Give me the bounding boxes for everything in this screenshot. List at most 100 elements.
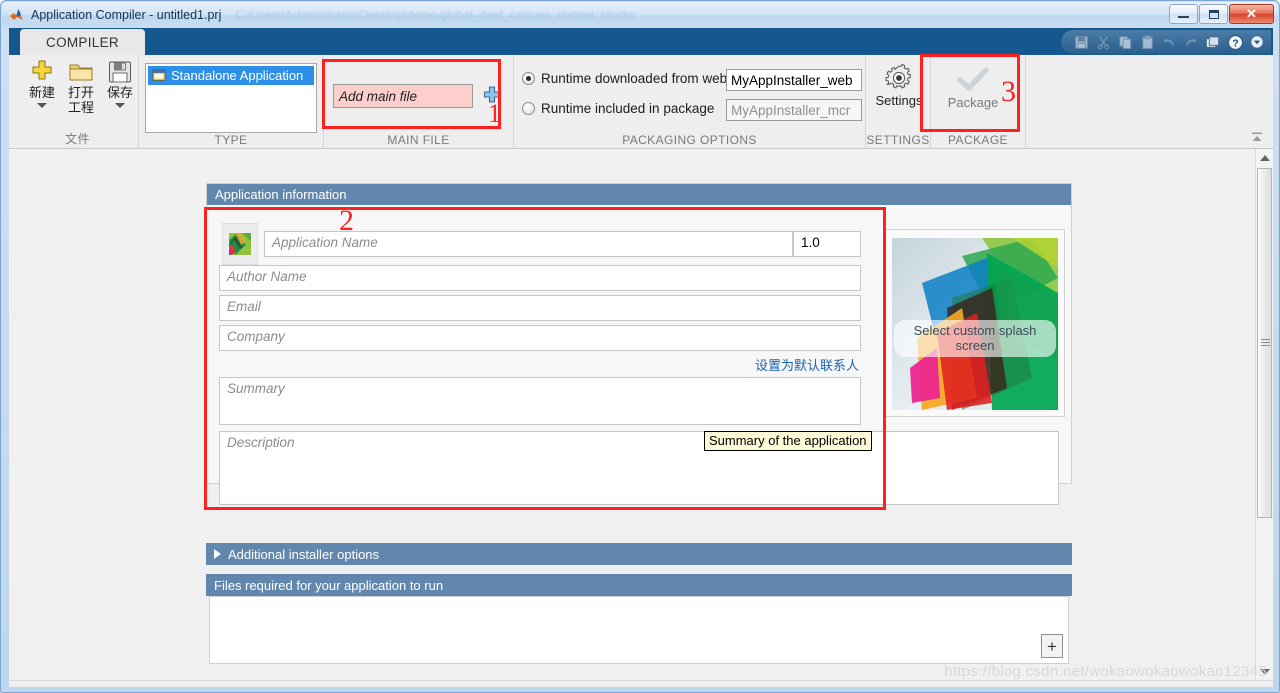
description-input[interactable]: Description (219, 431, 1059, 505)
version-input[interactable]: 1.0 (793, 231, 861, 257)
matlab-app-icon (229, 233, 251, 255)
radio-button-icon[interactable] (522, 72, 535, 85)
application-information-header: Application information (207, 184, 1071, 205)
application-icon-button[interactable] (222, 223, 258, 265)
ribbon-group-settings: Settings SETTINGS (866, 55, 931, 148)
add-main-file-button[interactable] (481, 85, 503, 107)
ribbon-group-settings-label: SETTINGS (866, 133, 930, 147)
scrollbar-grip-icon (1261, 339, 1270, 347)
save-project-button[interactable]: 保存 (101, 59, 139, 108)
package-button[interactable]: Package (945, 65, 1001, 110)
vertical-scrollbar[interactable] (1255, 149, 1273, 680)
ribbon-group-package-label: PACKAGE (948, 133, 1008, 147)
plus-icon (483, 86, 501, 103)
dropdown-icon[interactable] (1247, 32, 1267, 52)
application-information-panel: Application information Application Name… (206, 183, 1072, 505)
type-item-standalone-application[interactable]: Standalone Application (148, 66, 314, 85)
application-window-icon (152, 69, 166, 81)
collapse-ribbon-icon[interactable] (1249, 129, 1265, 145)
gear-icon (885, 63, 911, 89)
window-title: Application Compiler - untitled1.prj (31, 8, 222, 22)
floppy-icon (109, 61, 131, 83)
package-button-label: Package (947, 95, 999, 110)
additional-installer-options-bar[interactable]: Additional installer options (206, 543, 1072, 565)
additional-installer-options-label: Additional installer options (228, 546, 380, 562)
application-window: Application Compiler - untitled1.prj C:\… (0, 0, 1280, 693)
splash-screen-image[interactable]: Select custom splash screen (892, 238, 1058, 410)
files-required-list[interactable]: + (209, 596, 1069, 664)
add-file-button[interactable]: + (1041, 634, 1063, 658)
content-scroll-region: Application information Application Name… (9, 149, 1255, 680)
ribbon-group-main-file: Add main file MAIN FILE (324, 55, 514, 148)
email-input[interactable]: Email (219, 295, 861, 321)
triangle-right-icon[interactable] (214, 549, 221, 559)
quick-access-toolbar: ? (1061, 30, 1271, 54)
summary-input[interactable]: Summary (219, 377, 861, 425)
paste-icon[interactable] (1137, 32, 1157, 52)
tab-compiler[interactable]: COMPILER (20, 29, 145, 55)
radio-button-icon[interactable] (522, 102, 535, 115)
main-content-area: Application information Application Name… (9, 149, 1273, 681)
radio-runtime-package[interactable]: Runtime included in package (522, 101, 714, 116)
radio-runtime-web[interactable]: Runtime downloaded from web (522, 71, 727, 86)
layout-icon[interactable] (1203, 32, 1223, 52)
ribbon-group-packaging-options: Runtime downloaded from web MyAppInstall… (514, 55, 866, 148)
minimize-button[interactable] (1169, 4, 1198, 24)
title-bar: Application Compiler - untitled1.prj C:\… (2, 2, 1278, 28)
svg-text:?: ? (1232, 38, 1238, 49)
author-name-input[interactable]: Author Name (219, 265, 861, 291)
new-button[interactable]: 新建 (23, 59, 61, 108)
splash-screen-label: Select custom splash screen (894, 320, 1056, 357)
open-button-label: 打开 (67, 85, 94, 100)
folder-icon (69, 64, 93, 81)
ribbon-group-file: 新建 打开 工程 保存 文件 (17, 55, 139, 148)
application-type-list[interactable]: Standalone Application (145, 63, 317, 133)
window-title-path: C:\Users\Administrator\Desktop\demo-glob… (235, 8, 635, 22)
scroll-up-button[interactable] (1256, 149, 1273, 166)
radio-runtime-package-label: Runtime included in package (541, 101, 715, 116)
scrollbar-thumb[interactable] (1257, 168, 1272, 518)
undo-icon[interactable] (1159, 32, 1179, 52)
matlab-logo-icon (9, 7, 25, 23)
window-bottom-strip (9, 681, 1273, 687)
ribbon-group-type: Standalone Application TYPE (139, 55, 324, 148)
maximize-button[interactable] (1199, 4, 1228, 24)
chevron-down-icon[interactable] (115, 103, 125, 108)
application-information-body: Application Name 1.0 Author Name Email C… (207, 205, 1071, 505)
summary-tooltip: Summary of the application (704, 431, 872, 451)
window-controls: ✕ (1169, 4, 1274, 24)
ribbon-group-main-file-label: MAIN FILE (387, 133, 450, 147)
ribbon-group-package: Package PACKAGE (931, 55, 1026, 148)
main-file-input[interactable]: Add main file (333, 84, 473, 108)
cut-icon[interactable] (1093, 32, 1113, 52)
settings-button[interactable]: Settings (874, 63, 924, 108)
ribbon-group-type-label: TYPE (214, 133, 248, 147)
files-required-label: Files required for your application to r… (214, 577, 444, 593)
application-name-input[interactable]: Application Name (264, 231, 793, 257)
redo-icon[interactable] (1181, 32, 1201, 52)
plus-icon (32, 60, 52, 80)
arrow-up-icon (1259, 154, 1270, 161)
files-required-bar: Files required for your application to r… (206, 574, 1072, 596)
save-button-label: 保存 (106, 85, 133, 100)
open-project-button[interactable]: 打开 工程 (62, 59, 100, 115)
ribbon: 新建 打开 工程 保存 文件 Standalone Application TY… (9, 55, 1273, 149)
checkmark-icon (957, 67, 989, 91)
help-icon[interactable]: ? (1225, 32, 1245, 52)
installer-name-web-input[interactable]: MyAppInstaller_web (726, 69, 862, 91)
watermark-text: https://blog.csdn.net/wokaowokaowokao123… (944, 663, 1267, 680)
company-input[interactable]: Company (219, 325, 861, 351)
ribbon-group-empty (1026, 55, 1272, 148)
new-button-label: 新建 (28, 85, 55, 100)
close-button[interactable]: ✕ (1229, 4, 1274, 24)
radio-runtime-web-label: Runtime downloaded from web (541, 71, 728, 86)
chevron-down-icon[interactable] (37, 103, 47, 108)
ribbon-group-packaging-options-label: PACKAGING OPTIONS (622, 133, 757, 147)
installer-name-mcr-input: MyAppInstaller_mcr (726, 99, 862, 121)
open-button-label2: 工程 (67, 100, 94, 115)
save-icon[interactable] (1071, 32, 1091, 52)
set-default-contact-link[interactable]: 设置为默认联系人 (755, 355, 859, 374)
ribbon-group-file-label: 文件 (65, 132, 90, 146)
copy-icon[interactable] (1115, 32, 1135, 52)
splash-screen-panel: Select custom splash screen (883, 229, 1065, 417)
